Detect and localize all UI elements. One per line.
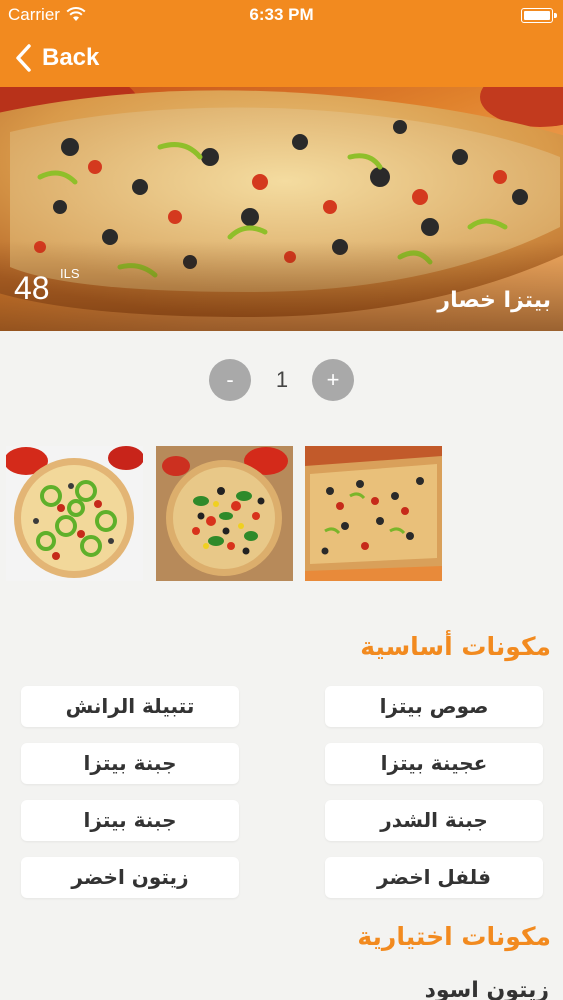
ingredient-chip[interactable]: جبنة بيتزا (21, 800, 239, 841)
price-value: 48 (14, 270, 50, 306)
quantity-stepper: - 1 + (0, 359, 563, 401)
basic-ingredients-title: مكونات أساسية (360, 632, 551, 661)
optional-ingredient-item[interactable]: زيتون اسود (425, 978, 549, 1000)
back-label: Back (42, 44, 100, 71)
clock: 6:33 PM (249, 5, 314, 24)
quantity-value: 1 (275, 367, 289, 392)
nav-bar: Back (0, 30, 563, 87)
gallery-thumbnail[interactable] (305, 446, 442, 581)
ingredient-chip[interactable]: صوص بيتزا (325, 686, 543, 727)
product-detail-screen: Carrier 6:33 PM Back 48 ILS بيتزا خصار -… (0, 0, 563, 1000)
chevron-left-icon (16, 44, 31, 72)
pizza-photo-3 (305, 446, 442, 581)
price-currency: ILS (60, 266, 80, 281)
product-hero-image: 48 ILS بيتزا خصار (0, 87, 563, 331)
ingredient-chip[interactable]: جبنة الشدر (325, 800, 543, 841)
ingredient-chip[interactable]: تتبيلة الرانش (21, 686, 239, 727)
pizza-photo-2 (156, 446, 293, 581)
gallery-thumbnail[interactable] (156, 446, 293, 581)
status-bar: Carrier 6:33 PM (0, 0, 563, 30)
battery-icon (521, 8, 557, 23)
ingredient-chip[interactable]: عجينة بيتزا (325, 743, 543, 784)
back-button[interactable]: Back (14, 41, 99, 75)
decrease-quantity-button[interactable]: - (209, 359, 251, 401)
product-name: بيتزا خصار (437, 288, 551, 313)
optional-ingredients-title: مكونات اختيارية (357, 922, 551, 951)
photo-gallery (0, 446, 563, 581)
increase-quantity-button[interactable]: + (312, 359, 354, 401)
gallery-thumbnail[interactable] (6, 446, 143, 581)
pizza-photo-1 (6, 446, 143, 581)
ingredient-chip[interactable]: زيتون اخضر (21, 857, 239, 898)
ingredient-chip[interactable]: جبنة بيتزا (21, 743, 239, 784)
ingredient-chip[interactable]: فلفل اخضر (325, 857, 543, 898)
